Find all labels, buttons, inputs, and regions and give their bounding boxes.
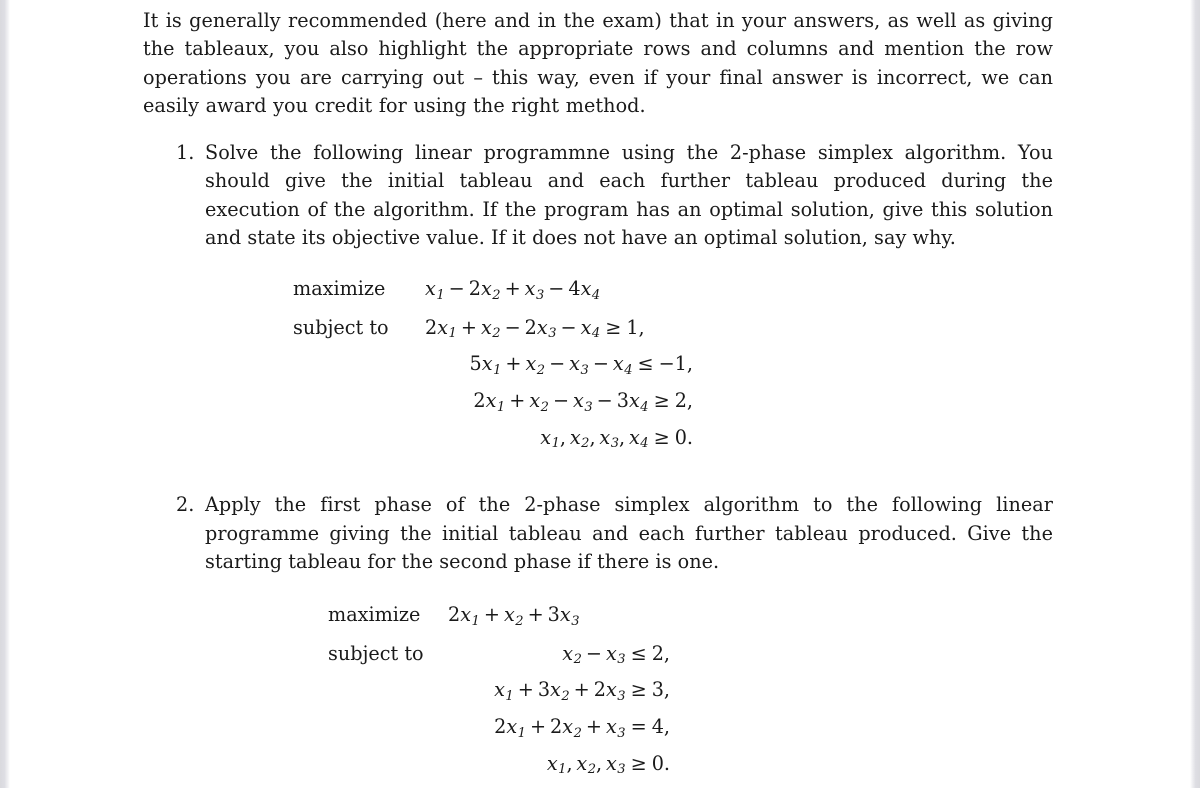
problem-2-maximize-label: maximize — [328, 602, 421, 626]
problem-2-text: Apply the first phase of the 2-phase sim… — [205, 493, 1053, 574]
problem-item-1: 1. Solve the following linear programmne… — [143, 139, 1053, 253]
problem-2-constraint-2: x1 +3x2 +2x3 ≥3, — [494, 678, 670, 704]
problem-2-marker: 2. — [176, 493, 195, 517]
problem-1-constraint-row-3: 2x1 + x2− x3−3x4 ≥2, — [293, 389, 1053, 415]
problem-1-subject-to-label: subject to — [293, 315, 389, 339]
intro-paragraph: It is generally recommended (here and in… — [143, 9, 1053, 118]
problem-2-constraint-row-2: x1 +3x2 +2x3 ≥3, — [328, 678, 1053, 704]
problem-1-constraint-row-2: 5x1 + x2− x3− x4 ≤ −1, — [293, 352, 1053, 378]
document-content: It is generally recommended (here and in… — [143, 0, 1053, 777]
problem-2-objective-row: maximize 2x1 + x2 +3x3 — [328, 603, 1053, 629]
problem-2-constraint-4: x1, x2, x3 ≥0. — [546, 751, 670, 778]
problem-1-objective-expression: x1−2x2 + x3−4x4 — [425, 277, 601, 303]
problem-2-constraint-stack: x1 +3x2 +2x3 ≥3, 2x1 +2x2 + x3 = 4, x1, … — [328, 678, 1053, 777]
problem-1-constraint-2: 5x1 + x2− x3− x4 ≤ −1, — [469, 352, 693, 378]
problem-2-constraint-row-4: x1, x2, x3 ≥0. — [328, 752, 1053, 778]
problem-item-2: 2. Apply the first phase of the 2-phase … — [143, 491, 1053, 577]
problem-1-text: Solve the following linear programmne us… — [205, 140, 1053, 250]
page-left-edge-shadow — [0, 0, 10, 788]
problem-1-constraint-4: x1, x2, x3, x4 ≥0. — [540, 425, 693, 452]
problem-1-constraint-stack: 5x1 + x2− x3− x4 ≤ −1, 2x1 + x2− x3−3x4 ≥2, — [293, 352, 1053, 451]
problem-1-marker: 1. — [176, 140, 195, 164]
problem-1-math-block: maximize x1−2x2 + x3−4x4 subject to 2x1 + x2… — [143, 277, 1053, 451]
problem-2-constraint-row-3: 2x1 +2x2 + x3 = 4, — [328, 715, 1053, 741]
problem-1-constraint-row-4: x1, x2, x3, x4 ≥0. — [293, 426, 1053, 452]
problem-1-constraint-3: 2x1 + x2− x3−3x4 ≥2, — [473, 388, 693, 415]
problem-2-constraint-3: 2x1 +2x2 + x3 = 4, — [494, 714, 670, 741]
document-page: It is generally recommended (here and in… — [0, 0, 1200, 788]
problem-2-constraint-1: x2− x3 ≤2, — [562, 641, 670, 668]
problem-2-objective-expression: 2x1 + x2 +3x3 — [448, 602, 580, 629]
problem-1-constraint-row-1: subject to 2x1 + x2−2x3− x4 ≥1, — [293, 316, 1053, 342]
page-right-edge-shadow — [1190, 0, 1200, 788]
problem-2-constraint-row-1: subject to x2− x3 ≤2, — [328, 642, 1053, 668]
problem-2-math-block: maximize 2x1 + x2 +3x3 subject to x2− x3 ≤2, — [143, 603, 1053, 777]
problem-2-subject-to-label: subject to — [328, 641, 424, 665]
problem-1-constraint-1: 2x1 + x2−2x3− x4 ≥1, — [425, 315, 645, 342]
problem-1-maximize-label: maximize — [293, 277, 386, 300]
problem-1-objective-row: maximize x1−2x2 + x3−4x4 — [293, 277, 1053, 303]
